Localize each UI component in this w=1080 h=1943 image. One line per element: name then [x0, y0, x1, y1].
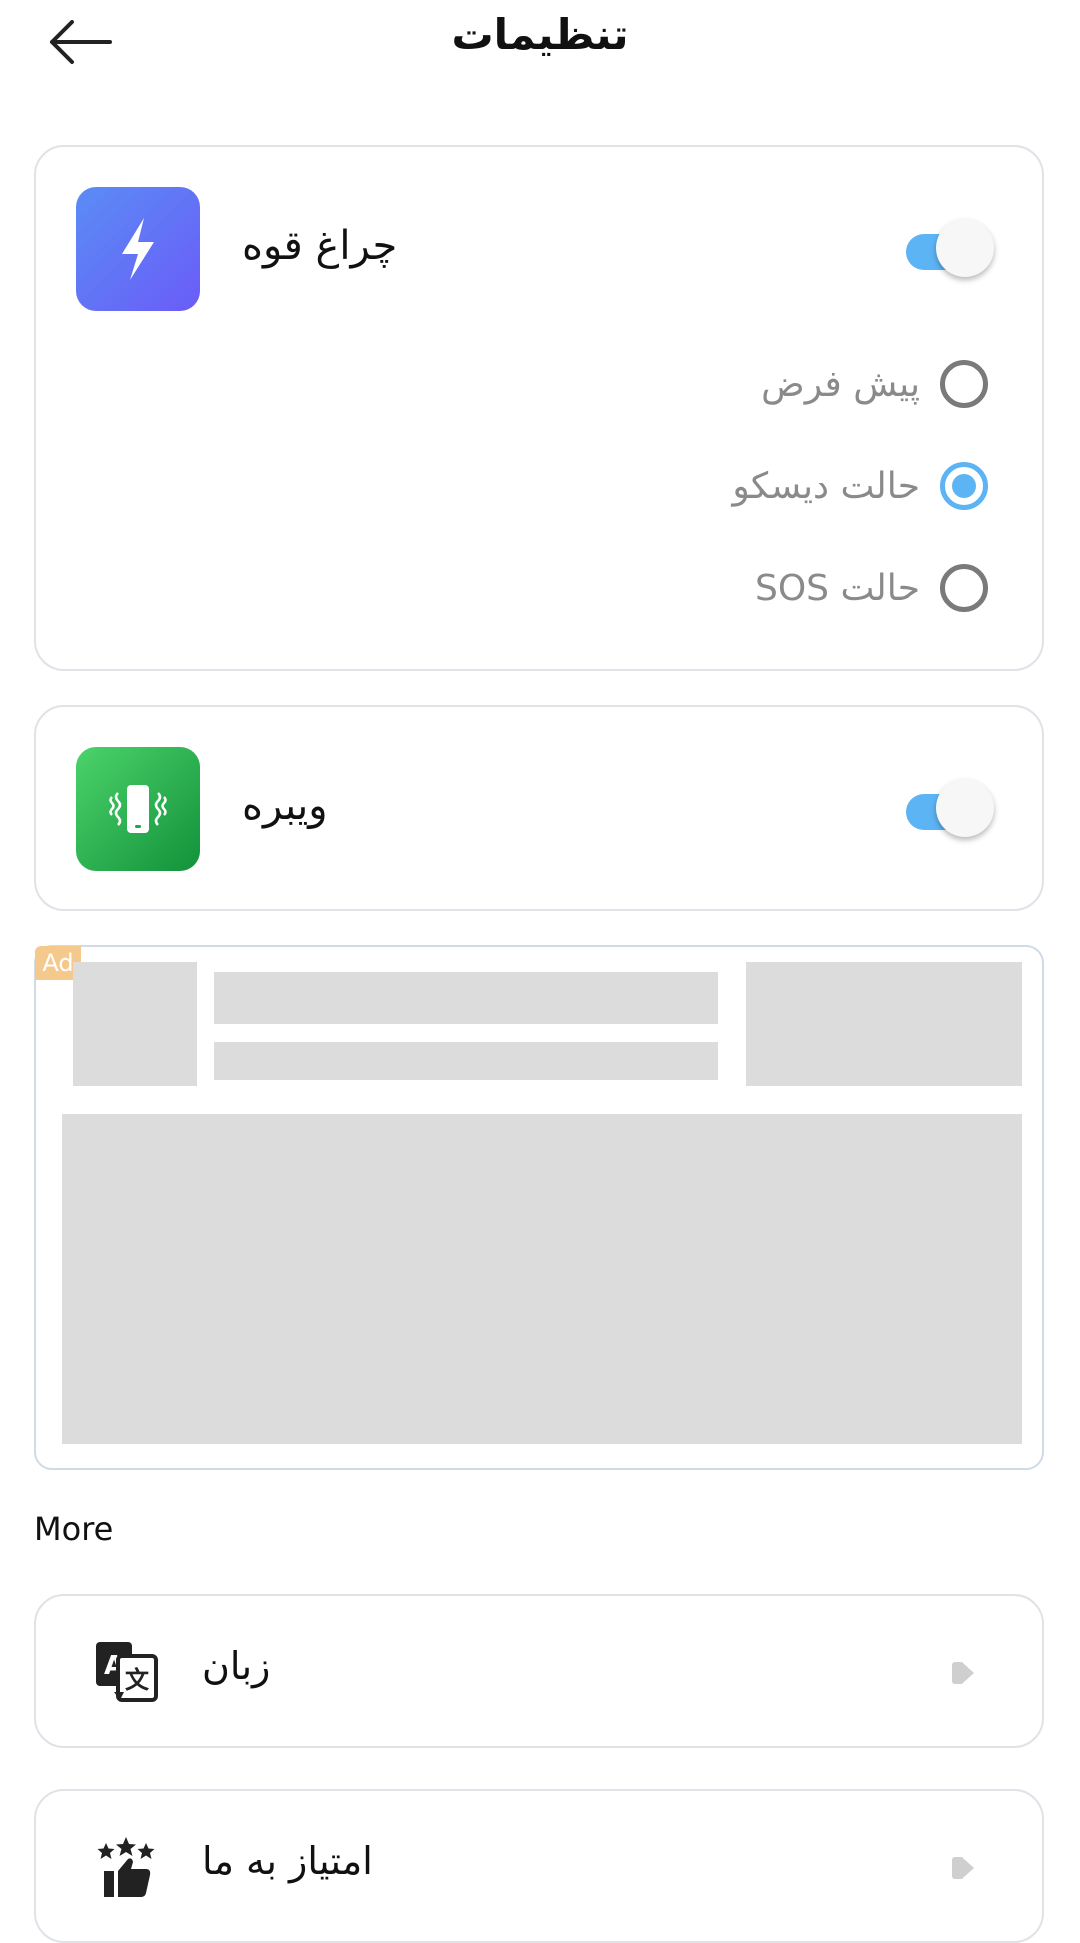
vibration-card: ویبره: [34, 705, 1044, 911]
phone-vibrate-icon: [76, 747, 200, 871]
chevron-icon: [952, 1662, 974, 1684]
toggle-knob: [936, 779, 994, 837]
radio-button[interactable]: [940, 462, 988, 510]
language-label: زبان: [202, 1644, 271, 1688]
page-title: تنظیمات: [451, 10, 629, 59]
vibration-label: ویبره: [242, 783, 328, 829]
radio-option-sos[interactable]: حالت SOS: [755, 558, 988, 618]
rate-us-label: امتیاز به ما: [202, 1839, 373, 1883]
toggle-knob: [936, 219, 994, 277]
lightning-bolt-icon: [76, 187, 200, 311]
radio-button[interactable]: [940, 564, 988, 612]
chevron-icon: [952, 1857, 974, 1879]
svg-text:文: 文: [125, 1666, 150, 1694]
rate-stars-thumb-icon: [97, 1837, 155, 1897]
ad-headline-placeholder: [214, 972, 718, 1024]
radio-option-default[interactable]: پیش فرض: [761, 354, 988, 414]
header: تنظیمات: [0, 0, 1080, 90]
flashlight-toggle[interactable]: [902, 215, 994, 281]
radio-option-disco[interactable]: حالت دیسکو: [732, 456, 988, 516]
ad-banner[interactable]: Ad: [34, 945, 1044, 1470]
more-section-title: More: [34, 1510, 114, 1548]
radio-label: پیش فرض: [761, 363, 920, 405]
radio-button[interactable]: [940, 360, 988, 408]
ad-media-placeholder: [62, 1114, 1022, 1444]
radio-label: حالت SOS: [754, 567, 920, 609]
flashlight-card: چراغ قوه پیش فرض حالت دیسکو حالت SOS: [34, 145, 1044, 671]
language-item[interactable]: A 文 زبان: [34, 1594, 1044, 1748]
ad-cta-placeholder: [746, 962, 1022, 1086]
radio-label: حالت دیسکو: [732, 465, 920, 507]
vibration-toggle[interactable]: [902, 775, 994, 841]
ad-body-placeholder: [214, 1042, 718, 1080]
translate-icon: A 文: [96, 1642, 158, 1702]
flashlight-label: چراغ قوه: [242, 223, 398, 269]
ad-icon-placeholder: [73, 962, 197, 1086]
